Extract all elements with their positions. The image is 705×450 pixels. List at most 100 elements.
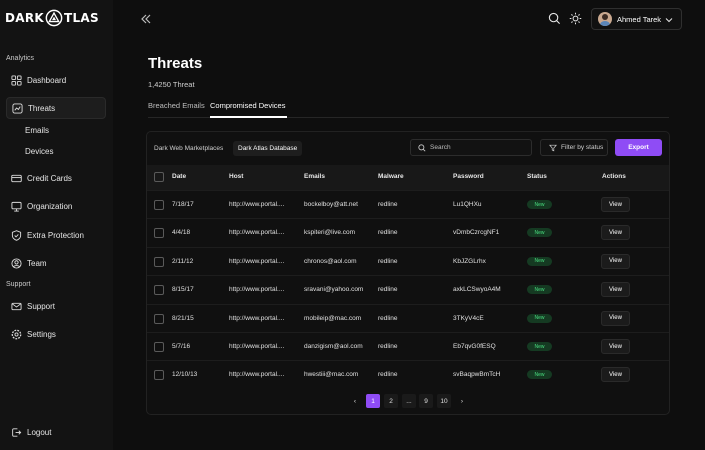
filter-by-status-button[interactable]: Filter by status <box>540 139 608 156</box>
cell-password: vDmbCzrcgNF1 <box>453 229 500 237</box>
sidebar-item-credit-cards[interactable]: Credit Cards <box>6 167 106 189</box>
pagination-next[interactable]: › <box>455 394 469 408</box>
table-row: 4/4/18 http://www.portal.... kspiteri@live… <box>147 218 669 246</box>
credit-card-icon <box>11 173 22 184</box>
view-button[interactable]: View <box>601 339 630 354</box>
cell-host: http://www.portal.... <box>229 314 285 322</box>
collapse-sidebar-icon[interactable] <box>139 12 153 26</box>
top-bar: Ahmed Tarek <box>113 0 705 40</box>
pagination-page-9[interactable]: 9 <box>419 394 433 408</box>
view-button[interactable]: View <box>601 282 630 298</box>
search-icon[interactable] <box>548 12 561 25</box>
cell-date: 7/18/17 <box>172 201 194 208</box>
cell-malware: redline <box>378 201 398 208</box>
nav-section-support: Support <box>6 281 31 288</box>
pagination-page-1[interactable]: 1 <box>366 394 380 408</box>
status-badge: New <box>527 313 552 323</box>
sidebar-subitem-emails[interactable]: Emails <box>25 126 49 135</box>
tab-breached-emails[interactable]: Breached Emails <box>148 101 205 110</box>
pagination-page-10[interactable]: 10 <box>437 394 451 408</box>
view-button[interactable]: View <box>601 367 630 383</box>
sidebar-item-support[interactable]: Support <box>6 295 106 317</box>
status-badge: New <box>527 285 552 295</box>
sidebar-item-label: Credit Cards <box>27 173 72 183</box>
cell-host: http://www.portal.... <box>229 229 285 237</box>
cell-malware: redline <box>378 343 398 350</box>
sidebar-item-team[interactable]: Team <box>6 252 106 274</box>
search-icon <box>418 143 426 151</box>
pagination: ‹ 1 2 ... 9 10 › <box>147 394 669 408</box>
column-header-status: Status <box>527 173 547 180</box>
sidebar-item-dashboard[interactable]: Dashboard <box>6 69 106 91</box>
pagination-prev[interactable]: ‹ <box>348 394 362 408</box>
cell-date: 5/7/16 <box>172 343 191 350</box>
organization-icon <box>11 201 22 212</box>
sidebar-item-threats[interactable]: Threats <box>6 97 106 119</box>
pagination-page-2[interactable]: 2 <box>384 394 398 408</box>
cell-host: http://www.portal.... <box>229 286 285 294</box>
row-checkbox[interactable] <box>154 370 164 381</box>
cell-password: svBaqpwBmTcH <box>453 371 501 379</box>
sidebar-item-label: Threats <box>28 103 56 113</box>
sidebar-item-extra-protection[interactable]: Extra Protection <box>6 224 106 246</box>
cell-malware: redline <box>378 257 398 265</box>
column-header-date: Date <box>172 173 187 180</box>
user-menu-button[interactable]: Ahmed Tarek <box>591 8 682 30</box>
sidebar-subitem-devices[interactable]: Devices <box>25 147 53 156</box>
row-checkbox[interactable] <box>154 285 164 296</box>
cell-host: http://www.portal.... <box>229 201 285 208</box>
row-checkbox[interactable] <box>154 313 164 324</box>
brand-logo[interactable]: DARK TLAS <box>5 9 99 27</box>
cell-password: Lu1QHXu <box>453 201 482 208</box>
cell-password: axkLCSwyoA4M <box>453 286 501 294</box>
user-circle-icon <box>11 257 22 269</box>
cell-date: 12/10/13 <box>172 371 198 379</box>
row-checkbox[interactable] <box>154 200 164 210</box>
sun-icon[interactable] <box>569 12 582 25</box>
devices-card: Dark Web Marketplaces Dark Atlas Databas… <box>146 131 670 415</box>
nav-section-analytics: Analytics <box>6 55 35 62</box>
cell-email: mobileip@mac.com <box>304 314 362 322</box>
cell-email: danzigism@aol.com <box>304 343 363 350</box>
cell-host: http://www.portal.... <box>229 343 285 350</box>
cell-email: chronos@aol.com <box>304 257 357 265</box>
sidebar-item-label: Logout <box>27 427 52 437</box>
sidebar-item-organization[interactable]: Organization <box>6 195 106 217</box>
sidebar-item-label: Dashboard <box>27 75 67 85</box>
tab-compromised-devices[interactable]: Compromised Devices <box>210 101 285 110</box>
sidebar-item-label: Settings <box>27 329 56 339</box>
source-tab-dark-web-marketplaces[interactable]: Dark Web Marketplaces <box>154 141 223 156</box>
sidebar-item-settings[interactable]: Settings <box>6 323 106 345</box>
view-button[interactable]: View <box>601 225 630 241</box>
cell-email: kspiteri@live.com <box>304 229 356 237</box>
source-tab-dark-atlas-database[interactable]: Dark Atlas Database <box>233 141 303 156</box>
brand-right: TLAS <box>64 11 99 25</box>
cell-host: http://www.portal.... <box>229 257 285 265</box>
sidebar-item-logout[interactable]: Logout <box>6 421 106 443</box>
atlas-logo-icon <box>45 9 63 27</box>
pagination-ellipsis: ... <box>402 394 416 408</box>
cell-date: 8/21/15 <box>172 314 194 322</box>
row-checkbox[interactable] <box>154 342 164 352</box>
cell-date: 2/11/12 <box>172 257 194 265</box>
row-checkbox[interactable] <box>154 256 164 267</box>
select-all-checkbox[interactable] <box>154 172 164 182</box>
view-button[interactable]: View <box>601 197 630 212</box>
column-header-emails: Emails <box>304 173 325 180</box>
threat-count: 1,4250 Threat <box>148 80 195 89</box>
search-input[interactable] <box>430 144 520 151</box>
active-tab-indicator <box>210 116 287 118</box>
status-badge: New <box>527 370 552 380</box>
search-box[interactable] <box>410 139 532 156</box>
cell-malware: redline <box>378 371 398 379</box>
status-badge: New <box>527 228 552 238</box>
cell-password: KbJZGLrhx <box>453 257 486 265</box>
row-checkbox[interactable] <box>154 228 164 239</box>
table-row: 7/18/17 http://www.portal.... bockelboy@at… <box>147 190 669 218</box>
view-button[interactable]: View <box>601 310 630 326</box>
table-row: 2/11/12 http://www.portal.... chronos@aol.… <box>147 246 669 275</box>
sidebar: DARK TLAS Analytics Dashboard Threats Em… <box>0 0 113 450</box>
export-button[interactable]: Export <box>615 139 662 156</box>
cell-malware: redline <box>378 229 398 237</box>
view-button[interactable]: View <box>601 253 630 269</box>
